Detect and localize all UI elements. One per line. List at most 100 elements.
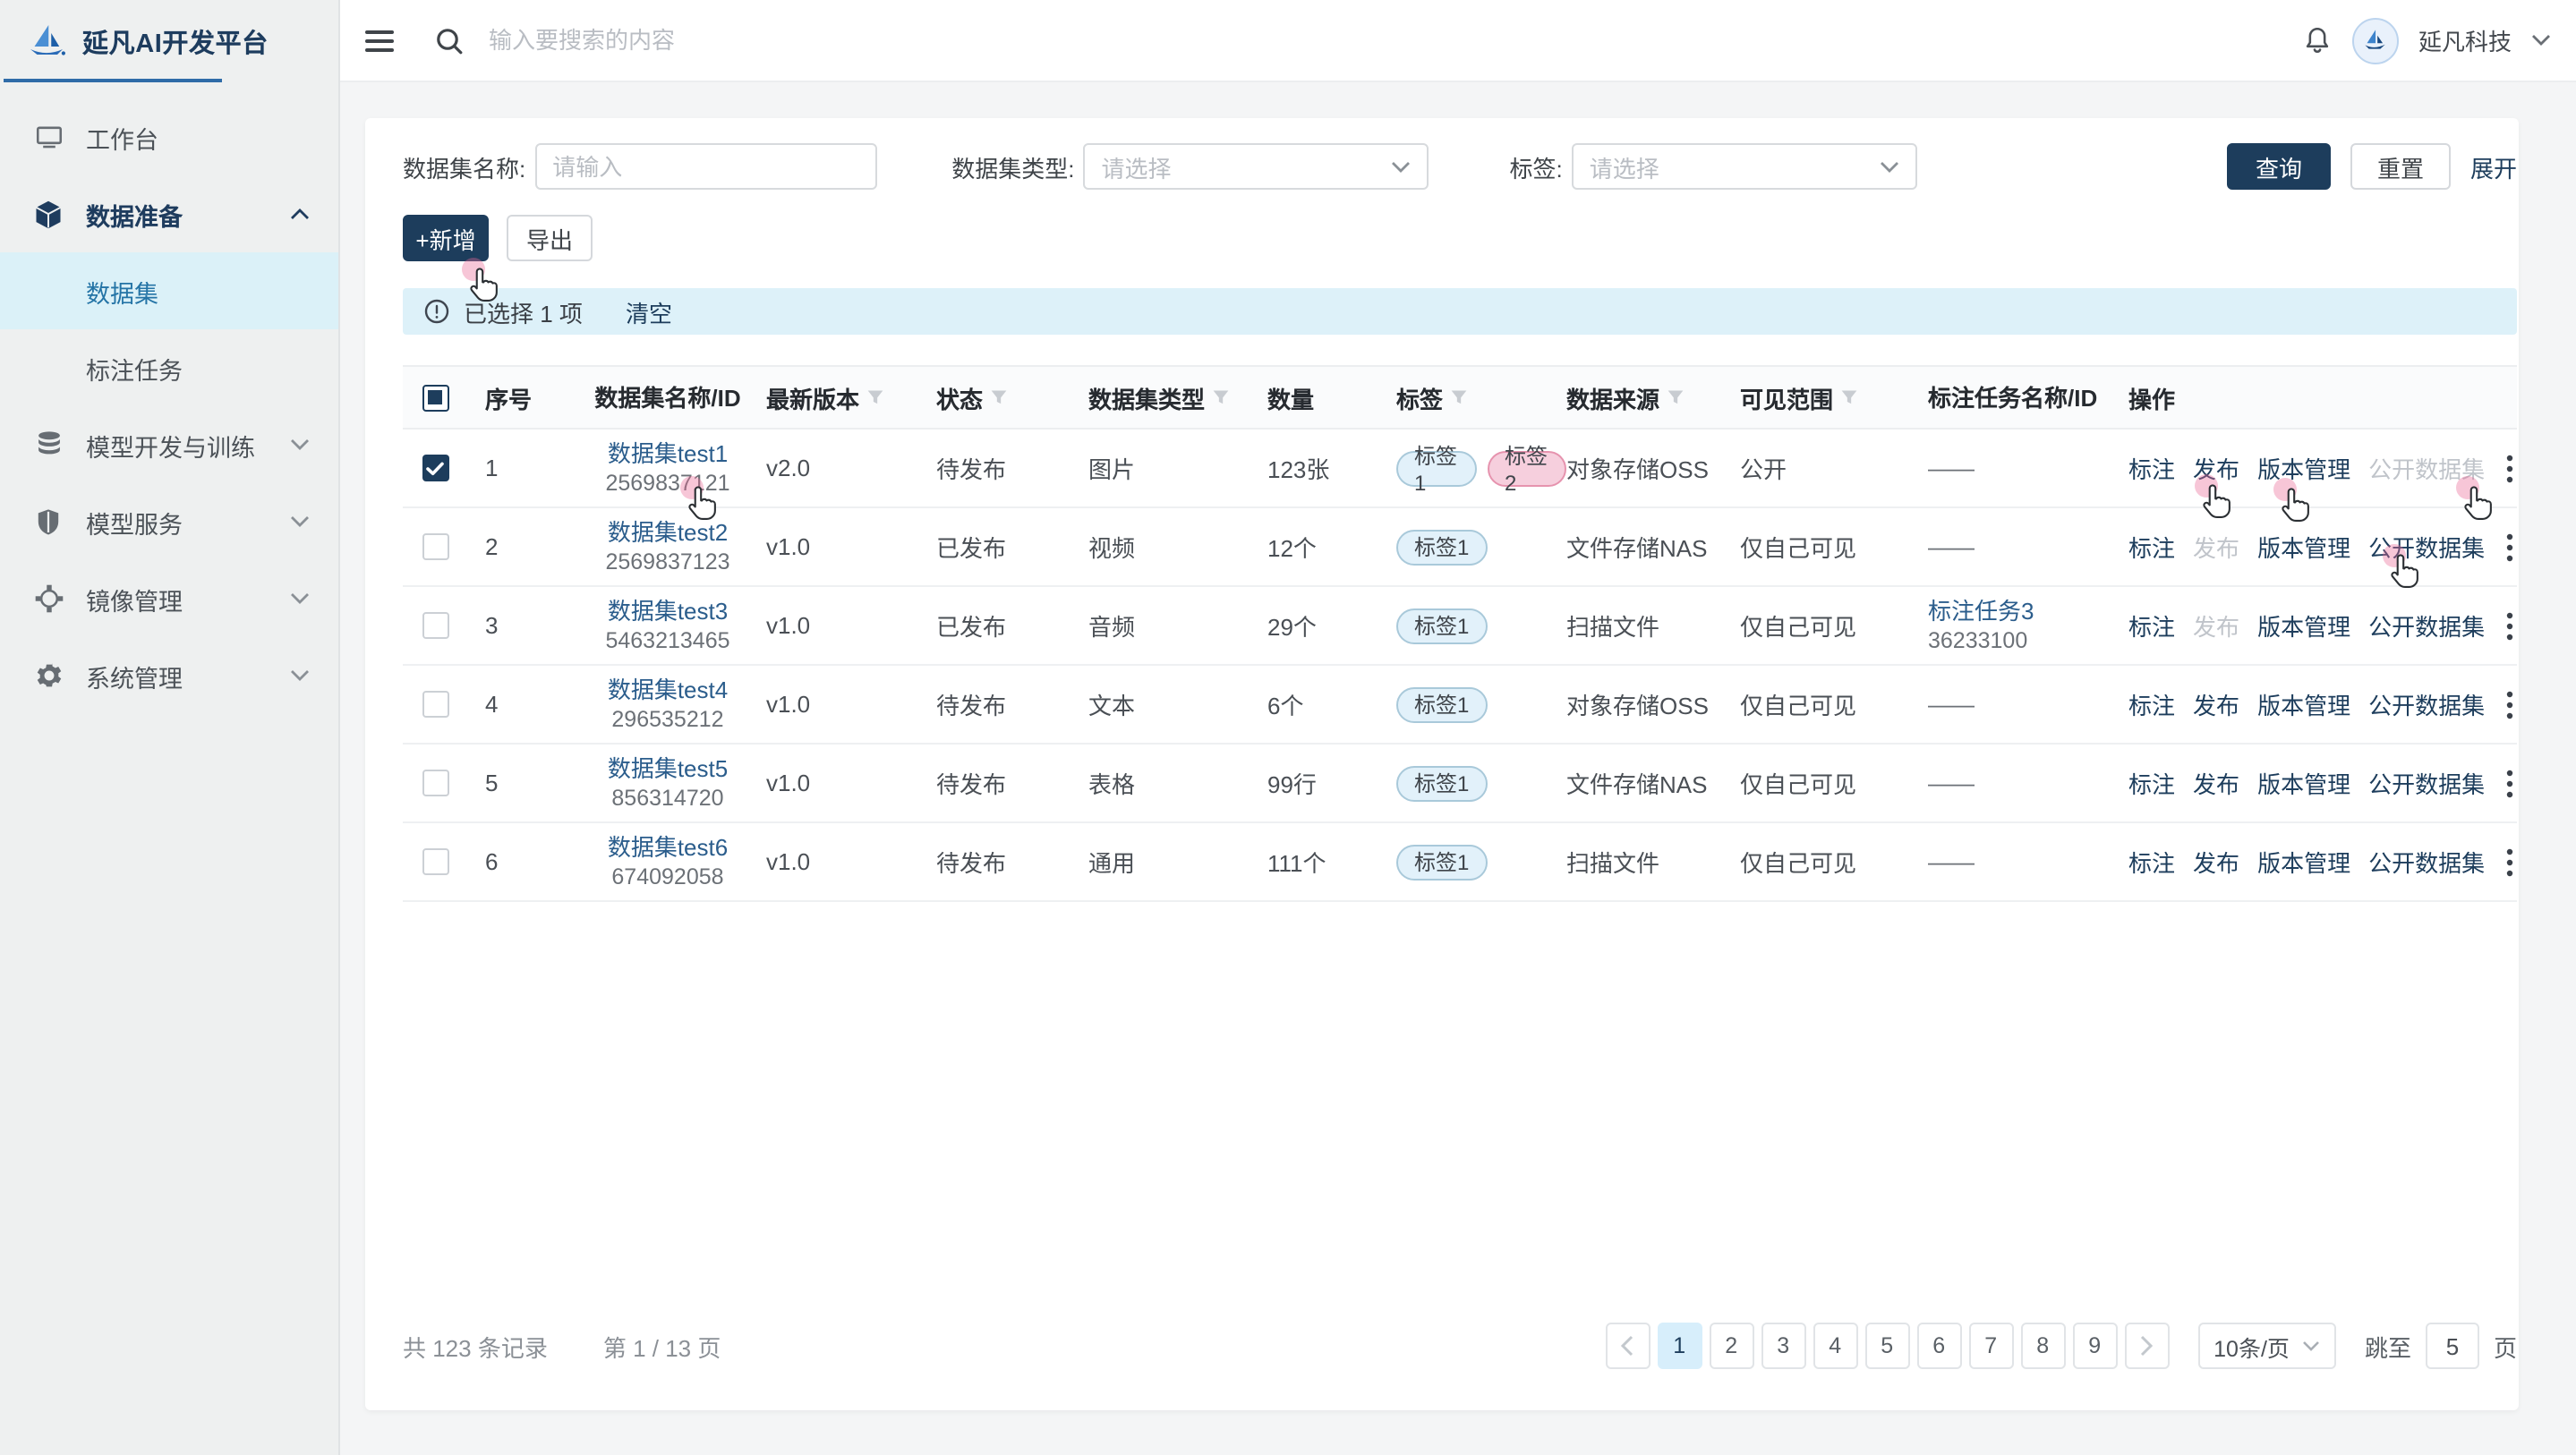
make-public-action[interactable]: 公开数据集 <box>2368 687 2485 721</box>
task-empty: —— <box>1928 532 1975 562</box>
expand-filters-link[interactable]: 展开 <box>2470 149 2517 183</box>
annotate-action[interactable]: 标注 <box>2128 530 2175 564</box>
column-header-label: 最新版本 <box>766 380 859 414</box>
dataset-type-select[interactable]: 请选择 <box>1084 143 1429 190</box>
page-button[interactable]: 4 <box>1813 1323 1857 1369</box>
dataset-name-link[interactable]: 数据集test4 <box>608 674 728 704</box>
sidebar-item-model-serve[interactable]: 模型服务 <box>0 483 338 560</box>
sidebar-item-system-mgmt[interactable]: 系统管理 <box>0 637 338 714</box>
dataset-name-link[interactable]: 数据集test1 <box>608 438 728 468</box>
version-manage-action[interactable]: 版本管理 <box>2257 845 2350 879</box>
more-actions-icon[interactable] <box>2506 532 2513 561</box>
page-size-select[interactable]: 10条/页 <box>2197 1323 2336 1369</box>
publish-action[interactable]: 发布 <box>2193 766 2239 800</box>
tag-select[interactable]: 请选择 <box>1572 143 1917 190</box>
page-button[interactable]: 9 <box>2072 1323 2117 1369</box>
make-public-action[interactable]: 公开数据集 <box>2368 608 2485 642</box>
filter-icon[interactable] <box>1212 388 1230 406</box>
filter-bar: 数据集名称:数据集类型:请选择标签:请选择查询重置展开 <box>403 143 2517 190</box>
page-button[interactable]: 3 <box>1761 1323 1805 1369</box>
sidebar-item-model-dev[interactable]: 模型开发与训练 <box>0 406 338 483</box>
dataset-version: v1.0 <box>757 848 936 875</box>
make-public-action[interactable]: 公开数据集 <box>2368 766 2485 800</box>
dataset-status: 待发布 <box>936 451 1088 485</box>
collapse-menu-icon[interactable] <box>365 30 394 51</box>
version-manage-action[interactable]: 版本管理 <box>2257 687 2350 721</box>
sidebar-item-label: 标注任务 <box>86 350 183 386</box>
jump-page-input[interactable] <box>2426 1323 2479 1369</box>
version-manage-action[interactable]: 版本管理 <box>2257 451 2350 485</box>
make-public-action[interactable]: 公开数据集 <box>2368 530 2485 564</box>
publish-action[interactable]: 发布 <box>2193 451 2239 485</box>
row-checkbox[interactable] <box>422 533 448 560</box>
dataset-name-link[interactable]: 数据集test2 <box>608 516 728 547</box>
more-actions-icon[interactable] <box>2506 454 2513 482</box>
more-actions-icon[interactable] <box>2506 769 2513 797</box>
dataset-source: 扫描文件 <box>1566 608 1740 642</box>
search-icon[interactable] <box>435 26 464 55</box>
jump-to-page: 跳至 页 <box>2365 1323 2517 1369</box>
reset-button[interactable]: 重置 <box>2350 143 2451 190</box>
clear-selection-link[interactable]: 清空 <box>626 294 672 328</box>
dataset-name-link[interactable]: 数据集test6 <box>608 831 728 862</box>
dataset-name-link[interactable]: 数据集test3 <box>608 595 728 625</box>
sidebar-item-label-task[interactable]: 标注任务 <box>0 329 338 406</box>
next-page-button[interactable] <box>2124 1323 2169 1369</box>
chevron-down-icon[interactable] <box>2531 34 2551 47</box>
filter-icon[interactable] <box>1450 388 1468 406</box>
prev-page-button[interactable] <box>1605 1323 1650 1369</box>
sidebar-item-dataset[interactable]: 数据集 <box>0 252 338 329</box>
more-actions-icon[interactable] <box>2506 847 2513 876</box>
filter-icon[interactable] <box>990 388 1008 406</box>
annotate-action[interactable]: 标注 <box>2128 608 2175 642</box>
bell-icon[interactable] <box>2302 25 2333 55</box>
dataset-id: 856314720 <box>611 783 723 813</box>
query-button[interactable]: 查询 <box>2227 143 2331 190</box>
avatar[interactable] <box>2352 17 2399 64</box>
filter-icon[interactable] <box>1667 388 1685 406</box>
annotate-action[interactable]: 标注 <box>2128 451 2175 485</box>
select-all-checkbox[interactable] <box>422 384 448 411</box>
annotate-action[interactable]: 标注 <box>2128 766 2175 800</box>
add-button[interactable]: +新增 <box>403 215 489 261</box>
task-name-link[interactable]: 标注任务3 <box>1928 595 2034 625</box>
select-all-checkbox-cell <box>403 384 467 411</box>
annotate-action[interactable]: 标注 <box>2128 687 2175 721</box>
version-manage-action[interactable]: 版本管理 <box>2257 608 2350 642</box>
dataset-name-input[interactable] <box>534 143 876 190</box>
page-button[interactable]: 6 <box>1916 1323 1961 1369</box>
make-public-action[interactable]: 公开数据集 <box>2368 845 2485 879</box>
row-checkbox[interactable] <box>422 612 448 639</box>
row-checkbox[interactable] <box>422 691 448 718</box>
dataset-version: v2.0 <box>757 455 936 481</box>
page-button[interactable]: 5 <box>1864 1323 1909 1369</box>
filter-icon[interactable] <box>1840 388 1858 406</box>
sidebar-item-image-mgmt[interactable]: 镜像管理 <box>0 560 338 637</box>
publish-action[interactable]: 发布 <box>2193 845 2239 879</box>
row-checkbox[interactable] <box>422 455 448 481</box>
export-button[interactable]: 导出 <box>507 215 593 261</box>
page-button[interactable]: 1 <box>1657 1323 1702 1369</box>
version-manage-action[interactable]: 版本管理 <box>2257 530 2350 564</box>
publish-action[interactable]: 发布 <box>2193 687 2239 721</box>
more-actions-icon[interactable] <box>2506 690 2513 719</box>
row-checkbox[interactable] <box>422 848 448 875</box>
sidebar-item-data-prep[interactable]: 数据准备 <box>0 175 338 252</box>
sidebar-item-label: 数据集 <box>86 273 158 309</box>
table-header-row: 序号数据集名称/ID最新版本状态数据集类型数量标签数据来源可见范围标注任务名称/… <box>403 365 2517 430</box>
page-button[interactable]: 8 <box>2020 1323 2065 1369</box>
annotate-action[interactable]: 标注 <box>2128 845 2175 879</box>
box-icon <box>32 198 64 230</box>
sidebar-item-workbench[interactable]: 工作台 <box>0 98 338 175</box>
version-manage-action[interactable]: 版本管理 <box>2257 766 2350 800</box>
row-checkbox[interactable] <box>422 770 448 796</box>
page-button[interactable]: 2 <box>1709 1323 1753 1369</box>
search-input[interactable] <box>485 25 1065 55</box>
filter-icon[interactable] <box>866 388 884 406</box>
row-number: 3 <box>467 612 578 639</box>
company-name[interactable]: 延凡科技 <box>2418 23 2512 57</box>
page-button[interactable]: 7 <box>1968 1323 2013 1369</box>
dataset-version: v1.0 <box>757 691 936 718</box>
dataset-name-link[interactable]: 数据集test5 <box>608 753 728 783</box>
more-actions-icon[interactable] <box>2506 611 2513 640</box>
